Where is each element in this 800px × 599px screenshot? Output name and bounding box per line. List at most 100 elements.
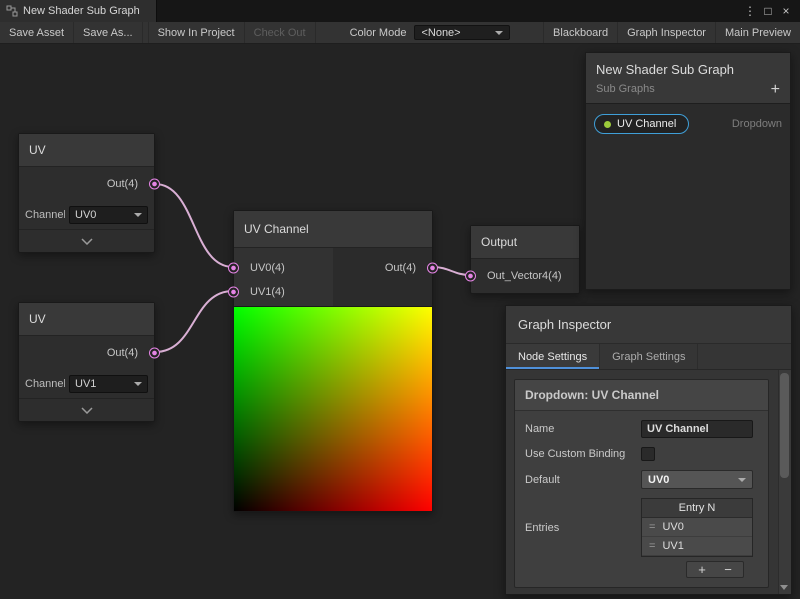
dropdown-settings-section: Dropdown: UV Channel Name Use Custom Bin… [514,379,769,588]
exposed-dot-icon [604,121,611,128]
add-entry-button[interactable]: + [698,562,706,577]
drag-handle-icon[interactable]: = [649,540,655,552]
entry-value: UV1 [662,540,683,552]
entries-row: Entries Entry N = UV0 = UV1 [525,498,758,557]
blackboard-item-row: UV Channel Dropdown [586,104,790,144]
edge-uv0-to-uvchannel[interactable] [155,184,233,267]
channel-value: UV0 [75,209,96,221]
default-value: UV0 [648,474,669,486]
section-title: Dropdown: UV Channel [515,380,768,411]
color-mode-dropdown[interactable]: <None> [414,25,510,40]
input-port-row: Out_Vector4(4) [471,259,579,293]
add-property-button[interactable]: + [771,82,780,98]
title-bar: New Shader Sub Graph ⋮ □ × [0,0,800,22]
window-controls: ⋮ □ × [741,0,800,22]
blackboard-toggle-button[interactable]: Blackboard [543,22,617,43]
chevron-down-icon [134,382,142,386]
scrollbar-thumb[interactable] [780,373,789,478]
shader-graph-icon [6,5,18,17]
chevron-down-icon [738,478,746,482]
output-port-icon[interactable] [427,263,438,274]
blackboard-item-uv-channel[interactable]: UV Channel [594,114,689,134]
output-port-row: Out(4) [19,167,154,201]
default-dropdown[interactable]: UV0 [641,470,753,489]
inspector-body: Dropdown: UV Channel Name Use Custom Bin… [506,370,791,594]
toolbar-toggles: Blackboard Graph Inspector Main Preview [543,22,800,43]
default-label: Default [525,473,641,487]
toolbar: Save Asset Save As... Show In Project Ch… [0,22,800,44]
unity-shader-graph-window: New Shader Sub Graph ⋮ □ × Save Asset Sa… [0,0,800,599]
port-label: UV1(4) [250,286,285,298]
collapse-button[interactable] [19,229,154,252]
close-icon[interactable]: × [777,0,795,22]
menu-icon[interactable]: ⋮ [741,0,759,22]
channel-label: Channel [25,378,65,390]
entry-row[interactable]: = UV0 [642,518,752,537]
custom-binding-row: Use Custom Binding [525,447,758,461]
entry-value: UV0 [662,521,683,533]
channel-value: UV1 [75,378,96,390]
chevron-down-icon [81,238,93,245]
node-uv-a[interactable]: UV Out(4) Channel UV0 [18,133,155,253]
inspector-header[interactable]: Graph Inspector [506,306,791,344]
output-port-icon[interactable] [149,179,160,190]
uv-gradient-preview [234,306,432,511]
tab-graph-settings[interactable]: Graph Settings [600,344,698,369]
save-asset-button[interactable]: Save Asset [0,22,74,43]
collapse-button[interactable] [19,398,154,421]
name-input[interactable] [641,420,753,438]
channel-label: Channel [25,209,65,221]
input-port-icon[interactable] [228,287,239,298]
node-uv-channel[interactable]: UV Channel UV0(4) UV1(4) Out(4) [233,210,433,512]
save-as-button[interactable]: Save As... [74,22,143,43]
chevron-down-icon [495,31,503,35]
output-port-row: Out(4) [385,256,432,280]
node-title[interactable]: UV [19,134,154,167]
inspector-tabs: Node Settings Graph Settings [506,344,791,370]
node-title[interactable]: UV [19,303,154,336]
drag-handle-icon[interactable]: = [649,521,655,533]
blackboard-panel: New Shader Sub Graph Sub Graphs + UV Cha… [585,52,791,290]
graph-canvas[interactable]: UV Out(4) Channel UV0 UV Out [0,44,800,599]
channel-dropdown[interactable]: UV0 [69,206,148,224]
channel-dropdown[interactable]: UV1 [69,375,148,393]
node-uv-b[interactable]: UV Out(4) Channel UV1 [18,302,155,422]
remove-entry-button[interactable]: − [724,562,732,577]
blackboard-title: New Shader Sub Graph [596,62,780,77]
channel-row: Channel UV0 [19,201,154,229]
port-label: Out_Vector4(4) [487,270,562,282]
chevron-down-icon [134,213,142,217]
input-port-icon[interactable] [465,271,476,282]
show-in-project-button[interactable]: Show In Project [149,22,245,43]
input-port-icon[interactable] [228,263,239,274]
blackboard-item-name: UV Channel [617,118,676,130]
port-label: UV0(4) [250,262,285,274]
inspector-scrollbar[interactable] [778,370,791,594]
check-out-button[interactable]: Check Out [245,22,316,43]
document-tab-title: New Shader Sub Graph [23,5,140,17]
entries-list-footer: + − [686,561,744,578]
maximize-icon[interactable]: □ [759,0,777,22]
port-label: Out(4) [107,347,138,359]
entry-row[interactable]: = UV1 [642,537,752,556]
graph-inspector-toggle-button[interactable]: Graph Inspector [617,22,715,43]
main-preview-toggle-button[interactable]: Main Preview [715,22,800,43]
output-port-row: Out(4) [19,336,154,370]
input-port-row: UV0(4) [234,256,285,280]
document-tab[interactable]: New Shader Sub Graph [0,0,157,22]
scrollbar-down-arrow-icon[interactable] [780,585,788,590]
use-custom-binding-checkbox[interactable] [641,447,655,461]
name-field-row: Name [525,420,758,438]
output-port-icon[interactable] [149,348,160,359]
name-label: Name [525,422,641,436]
tab-node-settings[interactable]: Node Settings [506,344,600,369]
blackboard-header[interactable]: New Shader Sub Graph Sub Graphs + [586,53,790,104]
node-title[interactable]: Output [471,226,579,259]
node-output[interactable]: Output Out_Vector4(4) [470,225,580,294]
edge-uv1-to-uvchannel[interactable] [155,291,233,352]
node-title[interactable]: UV Channel [234,211,432,248]
graph-inspector-panel: Graph Inspector Node Settings Graph Sett… [505,305,792,595]
channel-row: Channel UV1 [19,370,154,398]
use-custom-binding-label: Use Custom Binding [525,447,641,461]
blackboard-item-type: Dropdown [732,118,782,130]
